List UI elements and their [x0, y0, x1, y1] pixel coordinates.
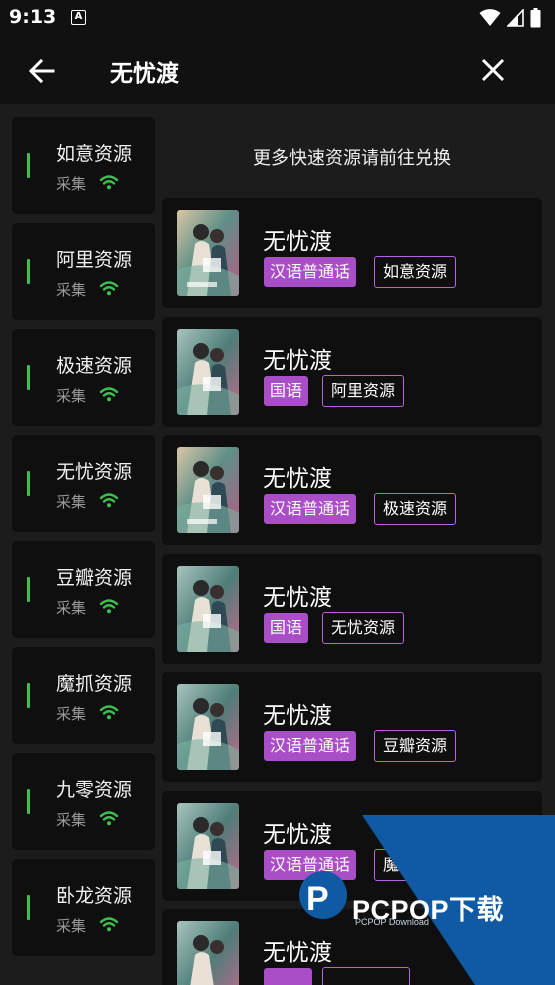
source-item-ruyi[interactable]: 如意资源 采集 [12, 117, 155, 214]
back-button[interactable] [26, 56, 58, 86]
close-button[interactable] [479, 56, 507, 84]
language-tag: 国语 [264, 375, 309, 406]
battery-icon [530, 8, 541, 28]
source-tag [322, 967, 410, 985]
notification-icon: A [71, 10, 86, 25]
wifi-icon [99, 917, 119, 932]
result-card[interactable]: 无忧渡 汉语普通话 如意资源 [162, 198, 542, 308]
source-name: 极速资源 [56, 355, 133, 377]
result-title: 无忧渡 [263, 940, 332, 966]
wifi-icon [99, 281, 119, 296]
selection-indicator [27, 683, 30, 708]
wifi-icon [99, 705, 119, 720]
exchange-tip[interactable]: 更多快速资源请前往兑换 [162, 117, 542, 198]
app-screen: 9:13 A 无忧渡 如意资源 采集 阿里资源 采集 极速资源 采集 无忧资源 … [0, 0, 555, 985]
wifi-status-icon [479, 9, 501, 26]
source-name: 无忧资源 [56, 461, 133, 483]
source-type: 采集 [56, 811, 87, 829]
language-tag: 汉语普通话 [264, 731, 357, 761]
selection-indicator [27, 895, 30, 920]
selection-indicator [27, 259, 30, 284]
source-tag: 豆瓣资源 [374, 730, 457, 762]
language-tag: 汉语普通话 [264, 849, 357, 880]
wifi-icon [99, 493, 119, 508]
poster-image [177, 328, 239, 415]
selection-indicator [27, 153, 30, 178]
wifi-icon [99, 387, 119, 402]
source-tag: 魔 [374, 848, 409, 881]
poster-image [177, 684, 239, 770]
source-sidebar: 如意资源 采集 阿里资源 采集 极速资源 采集 无忧资源 采集 豆瓣资源 采集 … [12, 117, 155, 965]
language-tag: 汉语普通话 [264, 257, 357, 287]
result-title: 无忧渡 [263, 347, 332, 374]
source-tag: 如意资源 [374, 256, 457, 288]
selection-indicator [27, 365, 30, 390]
results-panel: 更多快速资源请前往兑换 无忧渡 汉语普通话 如意资源 无忧渡 国语 阿里资源 无… [162, 117, 542, 985]
result-card[interactable]: 无忧渡 汉语普通话 豆瓣资源 [162, 672, 542, 782]
source-name: 魔抓资源 [56, 673, 133, 695]
poster-image [177, 447, 239, 533]
source-name: 九零资源 [56, 779, 133, 801]
language-tag: 汉语普通话 [264, 494, 357, 524]
result-title: 无忧渡 [263, 229, 332, 255]
source-type: 采集 [56, 917, 87, 935]
source-name: 豆瓣资源 [56, 567, 133, 589]
selection-indicator [27, 577, 30, 602]
result-title: 无忧渡 [263, 821, 332, 848]
source-item-ali[interactable]: 阿里资源 采集 [12, 223, 155, 320]
source-item-wolong[interactable]: 卧龙资源 采集 [12, 859, 155, 956]
source-name: 如意资源 [56, 143, 133, 165]
poster-image [177, 921, 239, 985]
result-card[interactable]: 无忧渡 汉语普通话 极速资源 [162, 435, 542, 545]
result-card[interactable]: 无忧渡 [162, 909, 542, 985]
result-title: 无忧渡 [263, 466, 332, 492]
status-time: 9:13 [9, 6, 57, 28]
poster-image [177, 210, 239, 296]
source-type: 采集 [56, 387, 87, 405]
arrow-left-icon [28, 58, 55, 84]
source-item-jiuling[interactable]: 九零资源 采集 [12, 753, 155, 850]
source-type: 采集 [56, 599, 87, 617]
source-item-mozhua[interactable]: 魔抓资源 采集 [12, 647, 155, 744]
cell-signal-icon [507, 9, 524, 27]
result-title: 无忧渡 [263, 703, 332, 729]
source-name: 卧龙资源 [56, 885, 133, 907]
source-name: 阿里资源 [56, 249, 133, 271]
status-bar: 9:13 A [0, 0, 555, 36]
result-title: 无忧渡 [263, 584, 332, 611]
language-tag [264, 968, 312, 985]
source-type: 采集 [56, 705, 87, 723]
result-card[interactable]: 无忧渡 汉语普通话 魔 [162, 790, 542, 901]
source-tag: 阿里资源 [322, 374, 405, 407]
source-tag: 无忧资源 [322, 611, 405, 644]
app-bar: 无忧渡 [0, 36, 555, 104]
source-item-jisu[interactable]: 极速资源 采集 [12, 329, 155, 426]
status-icons [479, 7, 541, 29]
source-type: 采集 [56, 175, 87, 193]
poster-image [177, 802, 239, 889]
poster-image [177, 565, 239, 652]
source-type: 采集 [56, 493, 87, 511]
content-area: 如意资源 采集 阿里资源 采集 极速资源 采集 无忧资源 采集 豆瓣资源 采集 … [0, 104, 555, 985]
source-item-wuyou[interactable]: 无忧资源 采集 [12, 435, 155, 532]
source-tag: 极速资源 [374, 493, 457, 525]
wifi-icon [99, 175, 119, 190]
selection-indicator [27, 789, 30, 814]
close-icon [481, 58, 505, 82]
source-item-douban[interactable]: 豆瓣资源 采集 [12, 541, 155, 638]
source-type: 采集 [56, 281, 87, 299]
selection-indicator [27, 471, 30, 496]
language-tag: 国语 [264, 612, 309, 643]
page-title: 无忧渡 [110, 61, 179, 87]
wifi-icon [99, 811, 119, 826]
wifi-icon [99, 599, 119, 614]
result-card[interactable]: 无忧渡 国语 无忧资源 [162, 553, 542, 664]
result-card[interactable]: 无忧渡 国语 阿里资源 [162, 316, 542, 427]
